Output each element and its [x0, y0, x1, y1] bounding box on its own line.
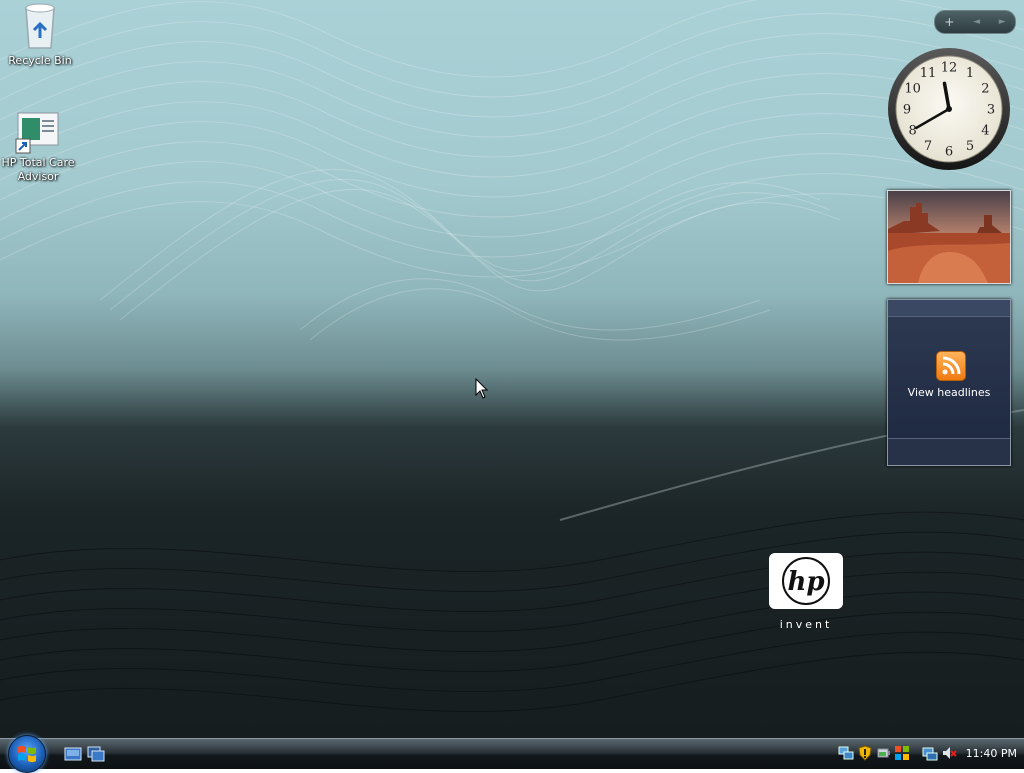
windows-logo-icon: [18, 745, 36, 763]
clock-number: 10: [904, 82, 921, 97]
switch-windows-icon[interactable]: [87, 746, 105, 762]
clock-number: 11: [920, 66, 937, 81]
tray-security-shield-icon[interactable]: [857, 745, 873, 761]
clock-gadget[interactable]: 12 12 3 45678 9 1011: [886, 46, 1012, 172]
previous-page-button[interactable]: ◄: [973, 17, 980, 27]
clock-number: 7: [924, 139, 932, 154]
taskbar: 11:40 PM: [0, 735, 1024, 773]
desktop-icon-hp-total-care-advisor[interactable]: HP Total Care Advisor: [0, 112, 78, 184]
start-button[interactable]: [8, 735, 46, 773]
hp-logo: hp: [769, 553, 843, 609]
tray-update-icon[interactable]: [894, 745, 910, 761]
sidebar-controls: + ◄ ►: [934, 10, 1016, 34]
clock-number: 1: [966, 66, 974, 81]
tray-wireless-icon[interactable]: [922, 745, 938, 761]
hp-total-care-advisor-icon: [15, 112, 59, 154]
slideshow-gadget[interactable]: [887, 190, 1011, 284]
recycle-bin-label: Recycle Bin: [8, 54, 72, 67]
clock-number: 8: [908, 124, 916, 139]
clock-number: 9: [903, 103, 911, 118]
desktop-icon-recycle-bin[interactable]: Recycle Bin: [0, 2, 80, 68]
hp-tagline: invent: [779, 618, 833, 631]
taskbar-clock[interactable]: 11:40 PM: [961, 747, 1017, 760]
clock-number: 6: [945, 145, 953, 160]
recycle-bin-icon: [25, 3, 55, 49]
clock-number: 2: [981, 82, 989, 97]
slideshow-image: [888, 191, 1010, 283]
hp-logo-text: hp: [787, 567, 824, 597]
clock-number: 5: [966, 139, 974, 154]
view-headlines-link[interactable]: View headlines: [888, 386, 1010, 399]
add-gadget-button[interactable]: +: [944, 15, 954, 29]
tray-network-icon[interactable]: [838, 745, 854, 761]
tray-volume-muted-icon[interactable]: [941, 745, 957, 761]
desktop[interactable]: Recycle Bin HP Total Care Advisor + ◄ ►: [0, 0, 1024, 738]
next-page-button[interactable]: ►: [999, 17, 1006, 27]
mouse-cursor-icon: [475, 378, 489, 399]
rss-feed-icon: [936, 351, 966, 381]
feed-headlines-gadget[interactable]: View headlines: [887, 299, 1011, 466]
show-desktop-icon[interactable]: [64, 746, 82, 762]
clock-number: 4: [981, 124, 989, 139]
tray-power-icon[interactable]: [876, 745, 892, 761]
wallpaper: [0, 0, 1024, 713]
clock-number: 3: [987, 103, 995, 118]
hp-total-care-advisor-label: HP Total Care Advisor: [1, 156, 75, 183]
clock-number: 12: [941, 61, 958, 76]
